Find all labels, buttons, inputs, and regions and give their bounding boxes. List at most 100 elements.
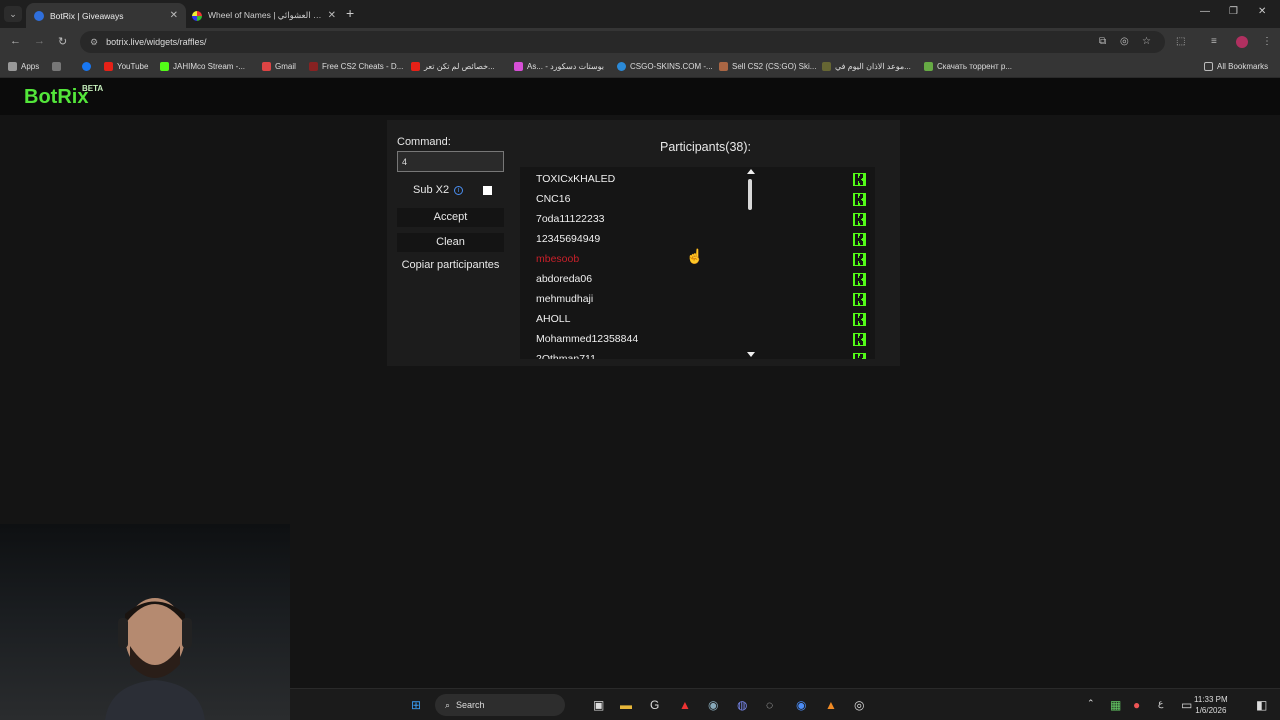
search-label: Search	[456, 700, 485, 710]
accept-button[interactable]: Accept	[397, 208, 504, 227]
minimize-icon[interactable]: —	[1200, 6, 1210, 17]
site-info-icon[interactable]: ⚙	[90, 37, 98, 48]
raffle-panel: Command: Sub X2 i Accept Clean Copiar pa…	[387, 120, 900, 366]
bookmark-cs2-cheats[interactable]: Free CS2 Cheats - D...	[309, 62, 403, 71]
site-icon	[822, 62, 831, 71]
command-input[interactable]	[397, 151, 504, 172]
extensions-icon[interactable]: ⬚	[1176, 36, 1185, 47]
bookmark-csgo-skins[interactable]: CSGO-SKINS.COM -...	[617, 62, 713, 71]
search-icon: ⌕	[445, 699, 451, 710]
app-icon[interactable]: ◌	[766, 698, 773, 712]
translate-icon[interactable]: ⧉	[1099, 36, 1106, 47]
clock-date: 1/6/2026	[1195, 706, 1227, 715]
participant-row: 12345694949	[536, 229, 866, 249]
bookmark-jahimco[interactable]: JAHIMco Stream -...	[160, 62, 245, 71]
task-view-icon[interactable]: ▣	[593, 698, 604, 712]
kick-platform-icon	[853, 172, 866, 186]
microphone-icon[interactable]: ●	[1133, 698, 1140, 712]
app-icon[interactable]: ▲	[825, 698, 837, 712]
language-icon[interactable]: ع	[1158, 698, 1163, 709]
facebook-icon	[82, 62, 91, 71]
address-bar[interactable]: ⚙ botrix.live/widgets/raffles/	[80, 31, 1165, 53]
scroll-up-icon[interactable]	[747, 169, 755, 174]
clean-button[interactable]: Clean	[397, 233, 504, 252]
bookmark-youtube[interactable]: YouTube	[104, 62, 148, 71]
restore-icon[interactable]: ❐	[1229, 6, 1238, 17]
new-tab-icon[interactable]: +	[346, 5, 354, 21]
url-text: botrix.live/widgets/raffles/	[106, 37, 207, 47]
site-icon	[309, 62, 318, 71]
kick-platform-icon	[853, 192, 866, 206]
tab-strip: ⌄ BotRix | Giveaways ✕ Wheel of Names | …	[0, 0, 1280, 28]
botrix-logo[interactable]: BotRix BETA	[24, 84, 103, 109]
obs-icon[interactable]: ◎	[854, 698, 864, 712]
bookmark-facebook[interactable]	[82, 62, 95, 71]
scroll-down-icon[interactable]	[747, 352, 755, 357]
taskbar-search[interactable]: ⌕ Search	[435, 694, 565, 716]
browser-toolbar: ← → ↻ ⚙ botrix.live/widgets/raffles/ ⧉ ◎…	[0, 28, 1280, 56]
gmail-icon	[262, 62, 271, 71]
bookmark-arabic-1[interactable]: خصائص لم تكن تعر...	[411, 62, 495, 71]
discord-icon[interactable]: ◍	[737, 698, 747, 712]
kick-platform-icon	[853, 292, 866, 306]
copy-participants-button[interactable]: Copiar participantes	[397, 259, 504, 271]
close-tab-icon[interactable]: ✕	[170, 10, 178, 21]
bookmark-gmail[interactable]: Gmail	[262, 62, 296, 71]
media-icon[interactable]: ≡	[1211, 36, 1217, 47]
site-icon	[719, 62, 728, 71]
participant-name: 12345694949	[536, 233, 601, 245]
profile-avatar[interactable]	[1236, 36, 1248, 48]
app-icon[interactable]: ▲	[679, 698, 691, 712]
participant-row: Mohammed12358844	[536, 329, 866, 349]
menu-icon[interactable]: ⋮	[1262, 36, 1272, 47]
command-label: Command:	[397, 136, 451, 148]
participant-row: abdoreda06	[536, 269, 866, 289]
reload-icon[interactable]: ↻	[58, 35, 67, 48]
participants-scrollbar[interactable]	[745, 167, 757, 359]
logo-text: BotRix	[24, 86, 89, 108]
grid-icon	[8, 62, 17, 71]
bookmark-grid[interactable]	[52, 62, 65, 71]
chevron-up-icon[interactable]: ⌃	[1087, 698, 1095, 709]
bookmark-apps[interactable]: Apps	[8, 62, 39, 71]
bookmark-all[interactable]: All Bookmarks	[1204, 62, 1268, 71]
close-tab-icon[interactable]: ✕	[328, 10, 336, 21]
bookmark-discord-posts[interactable]: As... - بوستات دسكورد	[514, 62, 604, 71]
sub-x2-checkbox[interactable]	[483, 186, 492, 195]
system-clock[interactable]: 11:33 PM 1/6/2026	[1194, 694, 1228, 716]
star-icon[interactable]: ☆	[1142, 36, 1151, 47]
site-icon	[514, 62, 523, 71]
participant-name: 7oda11122233	[536, 213, 605, 225]
eye-off-icon[interactable]: ◎	[1120, 36, 1129, 47]
kick-tray-icon[interactable]: ▦	[1110, 698, 1121, 712]
logitech-icon[interactable]: G	[650, 698, 659, 712]
tab-search-button[interactable]: ⌄	[4, 6, 22, 22]
back-icon[interactable]: ←	[10, 35, 21, 47]
scroll-thumb[interactable]	[748, 179, 752, 210]
bookmark-sell-cs2[interactable]: Sell CS2 (CS:GO) Ski...	[719, 62, 816, 71]
steam-icon[interactable]: ◉	[708, 698, 718, 712]
close-window-icon[interactable]: ✕	[1258, 6, 1266, 17]
participant-row: 7oda11122233	[536, 209, 866, 229]
windows-start-icon[interactable]: ⊞	[411, 698, 421, 712]
tab-wheel-of-names[interactable]: Wheel of Names | اسم العشوائي ✕	[184, 3, 344, 28]
youtube-icon	[104, 62, 113, 71]
file-explorer-icon[interactable]: ▬	[620, 698, 632, 712]
kick-platform-icon	[853, 352, 866, 359]
participant-name: CNC16	[536, 193, 571, 205]
chrome-icon[interactable]: ◉	[796, 698, 806, 712]
network-icon[interactable]: ▭	[1181, 698, 1192, 712]
notification-icon[interactable]: ◧	[1256, 698, 1267, 712]
kick-platform-icon	[853, 272, 866, 286]
bookmark-prayer-times[interactable]: موعد الاذان اليوم في...	[822, 62, 911, 71]
info-icon[interactable]: i	[454, 185, 464, 195]
bookmarks-bar: Apps YouTube JAHIMco Stream -... Gmail F…	[0, 56, 1280, 78]
bookmark-torrent[interactable]: Скачать торрент р...	[924, 62, 1012, 71]
tab-botrix[interactable]: BotRix | Giveaways ✕	[26, 3, 186, 28]
participant-name: mehmudhaji	[536, 293, 594, 305]
forward-icon[interactable]: →	[34, 35, 45, 47]
participant-row: mehmudhaji	[536, 289, 866, 309]
hand-cursor-icon: ☝	[686, 248, 704, 264]
participant-name: 2Othman711	[536, 353, 596, 359]
grid-icon	[52, 62, 61, 71]
